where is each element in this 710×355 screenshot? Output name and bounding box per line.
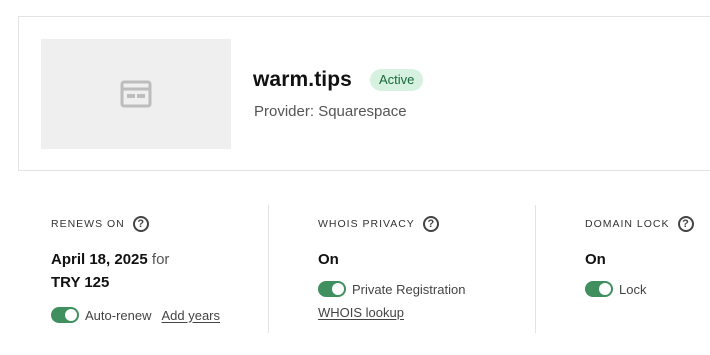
whois-section: WHOIS PRIVACY ? On Private Registration … bbox=[318, 205, 536, 333]
help-icon[interactable]: ? bbox=[677, 216, 694, 232]
domain-card: warm.tips Active Provider: Squarespace bbox=[18, 16, 710, 171]
private-registration-label: Private Registration bbox=[352, 281, 466, 297]
toggle-knob bbox=[65, 309, 77, 321]
help-icon[interactable]: ? bbox=[132, 216, 149, 232]
whois-title: WHOIS PRIVACY bbox=[318, 218, 415, 230]
renew-date: April 18, 2025 bbox=[51, 251, 148, 268]
renew-date-line: April 18, 2025 for bbox=[51, 251, 169, 268]
renew-for: for bbox=[151, 251, 170, 268]
toggle-knob bbox=[332, 283, 344, 295]
domain-name: warm.tips bbox=[253, 68, 352, 91]
provider-label: Provider: Squarespace bbox=[254, 103, 407, 120]
add-years-link[interactable]: Add years bbox=[161, 308, 220, 323]
whois-lookup-link[interactable]: WHOIS lookup bbox=[318, 305, 404, 320]
toggle-knob bbox=[599, 283, 611, 295]
domain-lock-section: DOMAIN LOCK ? On Lock bbox=[585, 205, 710, 333]
help-icon[interactable]: ? bbox=[422, 216, 439, 232]
private-registration-toggle[interactable] bbox=[318, 281, 346, 297]
lock-title: DOMAIN LOCK bbox=[585, 218, 670, 230]
renews-title: RENEWS ON bbox=[51, 218, 125, 230]
website-placeholder-icon bbox=[120, 80, 152, 108]
renew-price: TRY 125 bbox=[51, 274, 110, 291]
domain-thumbnail bbox=[41, 39, 231, 149]
lock-row: Lock bbox=[585, 281, 646, 297]
whois-header: WHOIS PRIVACY ? bbox=[318, 216, 439, 232]
status-badge: Active bbox=[370, 69, 424, 91]
auto-renew-label: Auto-renew bbox=[85, 307, 152, 323]
lock-header: DOMAIN LOCK ? bbox=[585, 216, 694, 232]
auto-renew-row: Auto-renew Add years bbox=[51, 307, 220, 323]
private-registration-row: Private Registration bbox=[318, 281, 465, 297]
renews-header: RENEWS ON ? bbox=[51, 216, 149, 232]
lock-label: Lock bbox=[619, 281, 647, 297]
lock-toggle[interactable] bbox=[585, 281, 613, 297]
renews-section: RENEWS ON ? April 18, 2025 for TRY 125 A… bbox=[51, 205, 269, 333]
whois-value: On bbox=[318, 251, 339, 268]
lock-value: On bbox=[585, 251, 606, 268]
auto-renew-toggle[interactable] bbox=[51, 307, 79, 323]
